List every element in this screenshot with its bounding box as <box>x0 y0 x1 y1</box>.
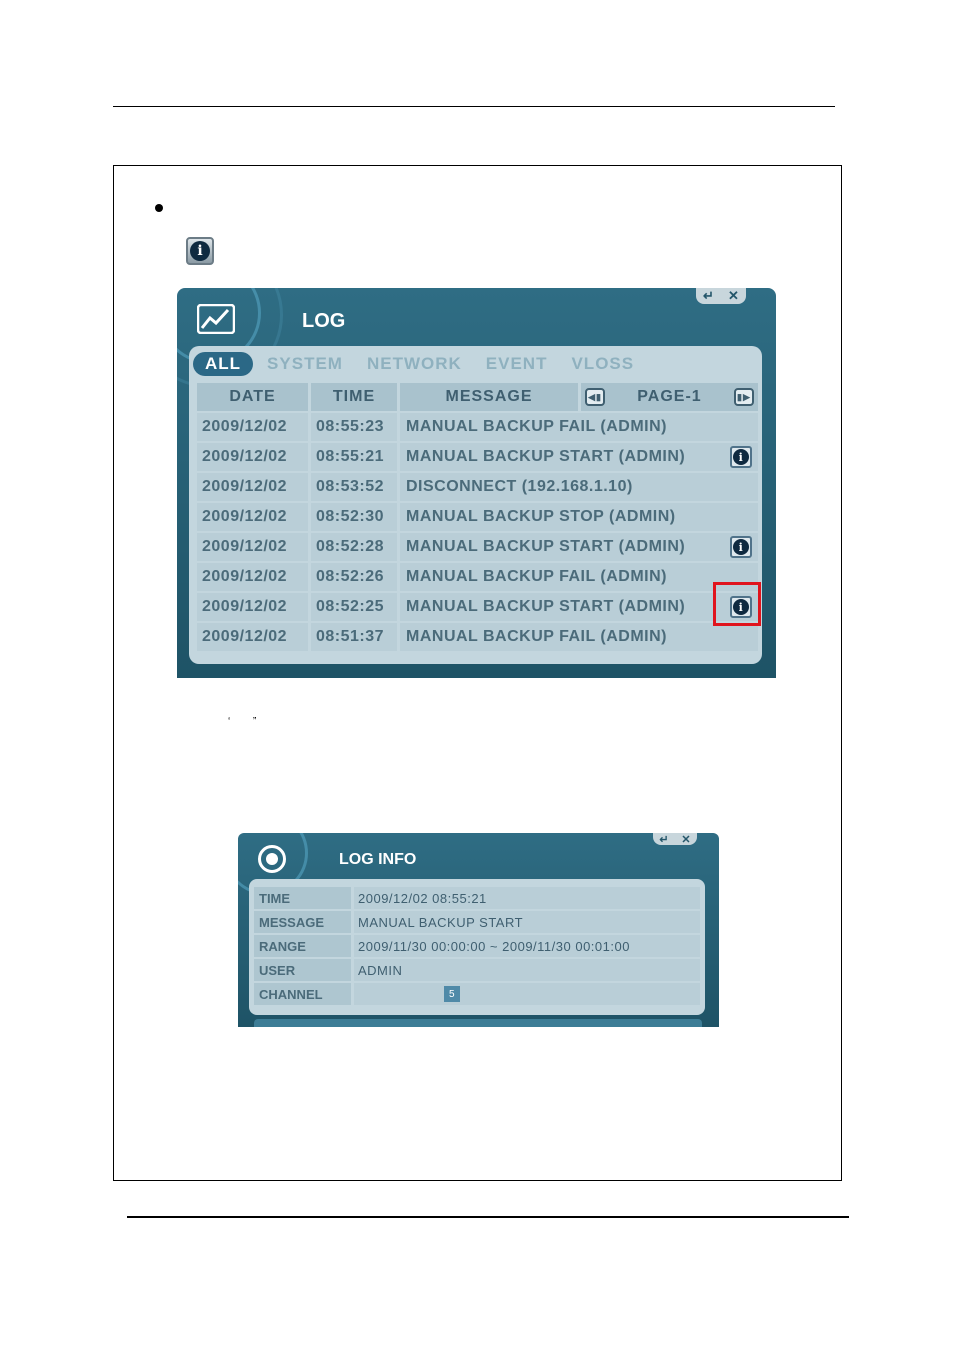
cell-time: 08:55:21 <box>311 443 400 471</box>
cell-date: 2009/12/02 <box>197 503 311 531</box>
log-table: DATE TIME MESSAGE ◀▮ PAGE-1 ▮▶ 2009/12/0… <box>197 383 758 653</box>
log-info-fields: TIME 2009/12/02 08:55:21 MESSAGE MANUAL BAC… <box>254 887 700 1007</box>
log-rows: 2009/12/02 08:55:23 MANUAL BACKUP FAIL (AD… <box>197 413 758 651</box>
cell-message: MANUAL BACKUP START (ADMIN) <box>406 448 686 465</box>
cell-date: 2009/12/02 <box>197 443 311 471</box>
field-value: 2009/12/02 08:55:21 <box>354 887 700 909</box>
record-icon <box>258 845 286 873</box>
bullet-point <box>155 204 163 212</box>
cell-message: MANUAL BACKUP FAIL (ADMIN) <box>406 568 667 585</box>
table-row[interactable]: 2009/12/02 08:55:23 MANUAL BACKUP FAIL (AD… <box>197 413 758 441</box>
column-header-message: MESSAGE <box>400 383 581 411</box>
cell-date: 2009/12/02 <box>197 413 311 441</box>
enter-icon[interactable]: ↵ <box>703 288 714 304</box>
field-value: MANUAL BACKUP START <box>354 911 700 933</box>
close-icon[interactable]: ✕ <box>728 288 739 304</box>
cell-time: 08:53:52 <box>311 473 400 501</box>
cell-message: MANUAL BACKUP FAIL (ADMIN) <box>406 418 667 435</box>
field-value: 5 <box>354 983 700 1005</box>
field-value: ADMIN <box>354 959 700 981</box>
cell-time: 08:52:26 <box>311 563 400 591</box>
log-table-header: DATE TIME MESSAGE ◀▮ PAGE-1 ▮▶ <box>197 383 758 411</box>
tab-system[interactable]: SYSTEM <box>267 354 343 374</box>
pager: ◀▮ PAGE-1 ▮▶ <box>581 383 758 411</box>
info-field-row: CHANNEL 5 <box>254 983 700 1005</box>
cell-date: 2009/12/02 <box>197 533 311 561</box>
close-icon[interactable]: ✕ <box>681 833 690 846</box>
info-icon[interactable]: i <box>730 536 752 558</box>
field-key: CHANNEL <box>254 983 354 1005</box>
chart-icon <box>197 304 235 334</box>
prev-page-icon[interactable]: ◀▮ <box>585 388 605 406</box>
table-row[interactable]: 2009/12/02 08:52:25 MANUAL BACKUP START (A… <box>197 593 758 621</box>
field-key: USER <box>254 959 354 981</box>
table-row[interactable]: 2009/12/02 08:52:26 MANUAL BACKUP FAIL (AD… <box>197 563 758 591</box>
info-icon[interactable]: i <box>730 446 752 468</box>
log-panel: ALL SYSTEM NETWORK EVENT VLOSS DATE TIME… <box>189 346 762 664</box>
field-value-text: MANUAL BACKUP START <box>358 914 524 930</box>
log-window-title: LOG <box>302 310 346 332</box>
cell-time: 08:55:23 <box>311 413 400 441</box>
cell-date: 2009/12/02 <box>197 473 311 501</box>
tab-network[interactable]: NETWORK <box>367 354 462 374</box>
info-footer-bar <box>254 1019 702 1027</box>
cell-date: 2009/12/02 <box>197 593 311 621</box>
field-value-text: ADMIN <box>358 962 403 978</box>
tab-vloss[interactable]: VLOSS <box>571 354 634 374</box>
table-row[interactable]: 2009/12/02 08:55:21 MANUAL BACKUP START (A… <box>197 443 758 471</box>
window-controls: ↵ ✕ <box>696 288 746 304</box>
field-key: RANGE <box>254 935 354 957</box>
table-row[interactable]: 2009/12/02 08:53:52 DISCONNECT (192.168.1.… <box>197 473 758 501</box>
page-label: PAGE-1 <box>637 388 702 405</box>
cell-message: MANUAL BACKUP FAIL (ADMIN) <box>406 628 667 645</box>
cell-time: 08:51:37 <box>311 623 400 651</box>
info-icon: i <box>186 237 214 265</box>
quote-marks: ‘ ” <box>228 716 257 727</box>
column-header-time: TIME <box>311 383 400 411</box>
tab-all[interactable]: ALL <box>193 352 254 376</box>
info-field-row: USER ADMIN <box>254 959 700 981</box>
field-value-text: 2009/12/02 08:55:21 <box>358 890 487 906</box>
next-page-icon[interactable]: ▮▶ <box>733 388 754 406</box>
cell-date: 2009/12/02 <box>197 623 311 651</box>
table-row[interactable]: 2009/12/02 08:52:30 MANUAL BACKUP STOP (AD… <box>197 503 758 531</box>
log-info-title: LOG INFO <box>339 851 417 868</box>
table-row[interactable]: 2009/12/02 08:51:37 MANUAL BACKUP FAIL (AD… <box>197 623 758 651</box>
field-value-text: 2009/11/30 00:00:00 ~ 2009/11/30 00:01:0… <box>358 938 630 954</box>
tab-event[interactable]: EVENT <box>486 354 548 374</box>
table-row[interactable]: 2009/12/02 08:52:28 MANUAL BACKUP START (A… <box>197 533 758 561</box>
log-window: LOG ↵ ✕ ALL SYSTEM NETWORK EVENT VLOSS D… <box>177 288 776 678</box>
info-field-row: MESSAGE MANUAL BACKUP START <box>254 911 700 933</box>
info-field-row: RANGE 2009/11/30 00:00:00 ~ 2009/11/30 00… <box>254 935 700 957</box>
cell-time: 08:52:28 <box>311 533 400 561</box>
enter-icon[interactable]: ↵ <box>659 833 668 846</box>
field-value: 2009/11/30 00:00:00 ~ 2009/11/30 00:01:0… <box>354 935 700 957</box>
field-key: MESSAGE <box>254 911 354 933</box>
log-info-panel: TIME 2009/12/02 08:55:21 MESSAGE MANUAL BAC… <box>249 879 705 1015</box>
log-tabs: ALL SYSTEM NETWORK EVENT VLOSS <box>193 352 658 376</box>
cell-message: MANUAL BACKUP STOP (ADMIN) <box>406 508 676 525</box>
cell-message: DISCONNECT (192.168.1.10) <box>406 478 633 495</box>
field-key: TIME <box>254 887 354 909</box>
channel-badge: 5 <box>444 986 460 1002</box>
footer-rule <box>127 1216 849 1218</box>
cell-time: 08:52:25 <box>311 593 400 621</box>
cell-date: 2009/12/02 <box>197 563 311 591</box>
log-info-window: LOG INFO ↵ ✕ TIME 2009/12/02 08:55:21 MESS… <box>238 833 719 1027</box>
cell-time: 08:52:30 <box>311 503 400 531</box>
window-controls: ↵ ✕ <box>653 833 697 846</box>
cell-message: MANUAL BACKUP START (ADMIN) <box>406 598 686 615</box>
cell-message: MANUAL BACKUP START (ADMIN) <box>406 538 686 555</box>
column-header-date: DATE <box>197 383 311 411</box>
highlight-box <box>713 582 761 626</box>
header-rule <box>113 106 835 107</box>
info-field-row: TIME 2009/12/02 08:55:21 <box>254 887 700 909</box>
